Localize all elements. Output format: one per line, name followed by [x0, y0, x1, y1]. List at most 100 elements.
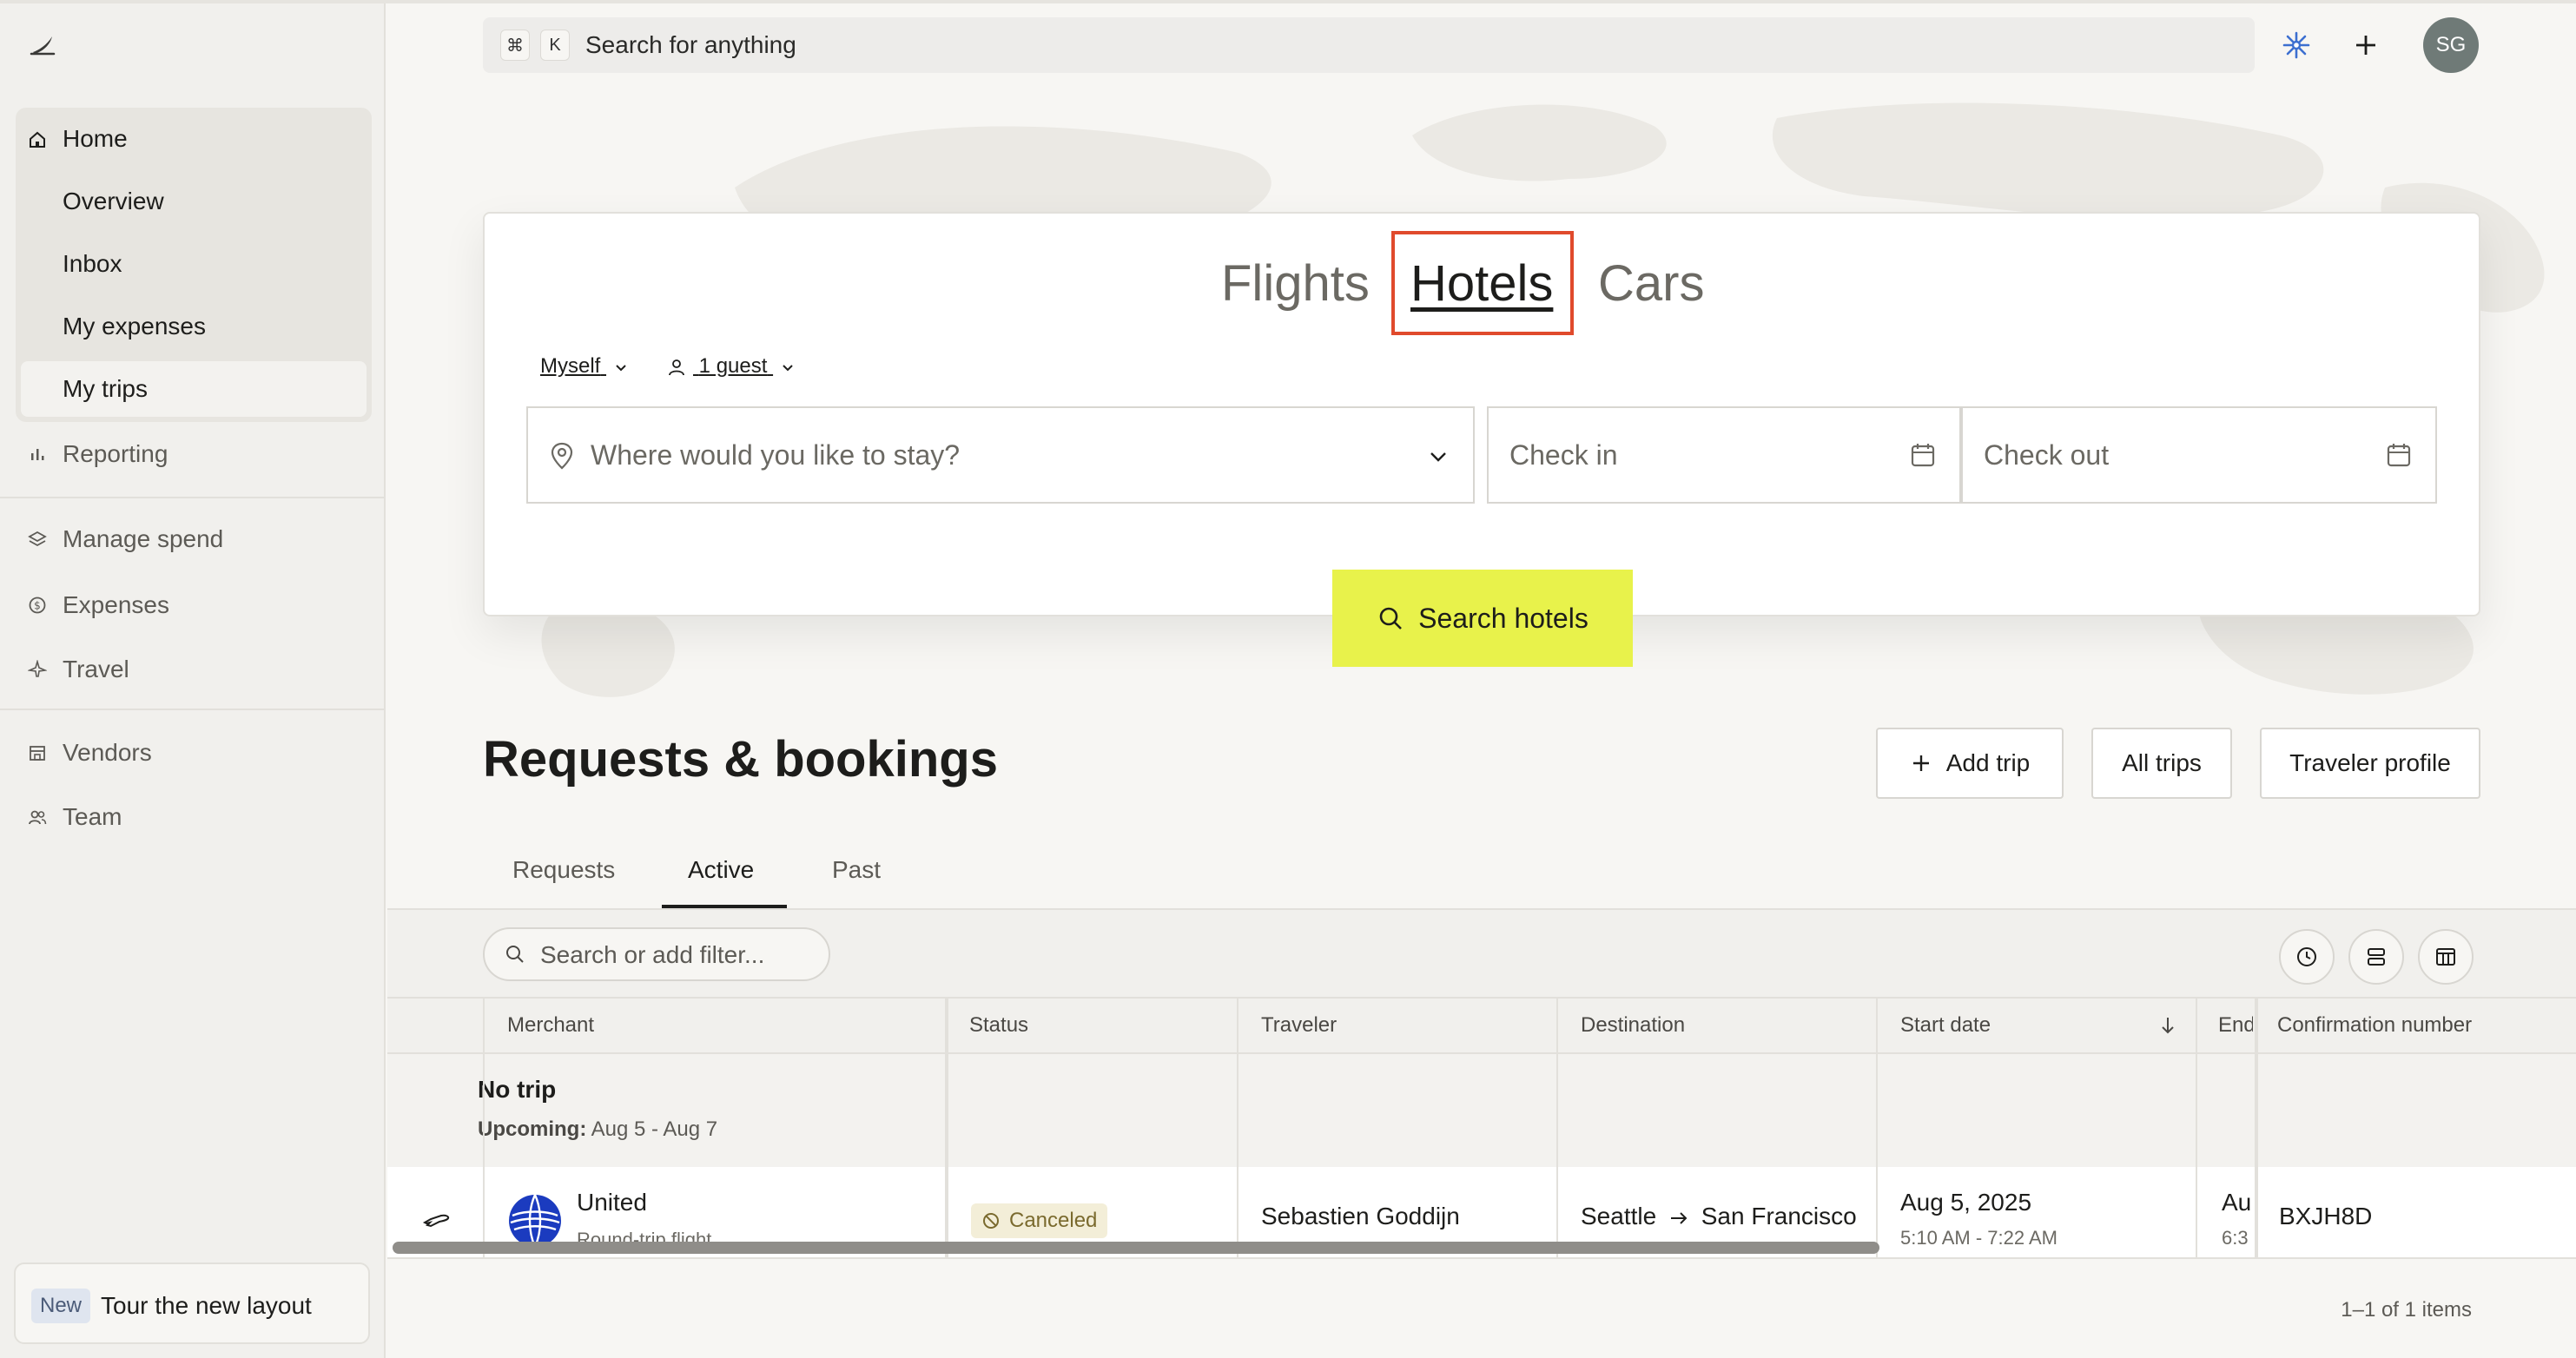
sidebar-item-my-trips[interactable]: My trips: [21, 361, 367, 417]
canceled-icon: [983, 1213, 999, 1229]
sidebar-item-overview[interactable]: Overview: [16, 174, 372, 229]
rows-icon: [2368, 948, 2385, 966]
horizontal-scrollbar[interactable]: [393, 1242, 1879, 1254]
merchant-name: United: [577, 1189, 647, 1216]
guests-dropdown-label: 1 guest: [698, 354, 768, 378]
traveler-profile-label: Traveler profile: [2289, 749, 2451, 776]
traveler-dropdown[interactable]: Myself: [540, 353, 629, 380]
tab-active[interactable]: Active: [688, 854, 754, 886]
route-origin: Seattle: [1581, 1203, 1657, 1229]
location-pin-icon: [551, 442, 573, 470]
sidebar-item-inbox[interactable]: Inbox: [16, 236, 372, 292]
sidebar-item-label: Home: [63, 125, 128, 152]
column-header-destination[interactable]: Destination: [1581, 1012, 1685, 1038]
column-header-end-date[interactable]: End: [2218, 1012, 2253, 1038]
sidebar-item-label: My trips: [63, 375, 148, 402]
user-avatar[interactable]: SG: [2423, 17, 2479, 73]
sidebar-item-home[interactable]: Home: [16, 111, 372, 167]
column-divider: [1556, 997, 1558, 1257]
pagination-summary: 1–1 of 1 items: [2341, 1298, 2472, 1322]
tour-new-layout-button[interactable]: New Tour the new layout: [14, 1262, 370, 1344]
hotels-tab-highlight: [1391, 231, 1574, 335]
column-divider: [2196, 997, 2197, 1257]
search-hotels-label: Search hotels: [1418, 602, 1589, 634]
destination-route: Seattle San Francisco: [1581, 1202, 1857, 1231]
home-icon: [30, 131, 45, 148]
column-divider: [483, 997, 485, 1257]
destination-input[interactable]: Where would you like to stay?: [526, 406, 1475, 504]
sidebar-item-label: Expenses: [63, 591, 169, 618]
column-header-traveler[interactable]: Traveler: [1261, 1012, 1337, 1038]
column-header-confirmation-number[interactable]: Confirmation number: [2277, 1012, 2472, 1038]
sidebar-item-label: My expenses: [63, 313, 206, 340]
brand-logo[interactable]: [28, 30, 59, 61]
add-trip-button[interactable]: Add trip: [1876, 728, 2064, 799]
filter-search-input[interactable]: Search or add filter...: [483, 927, 830, 981]
sidebar-item-expenses[interactable]: $ Expenses: [16, 578, 372, 632]
tab-flights[interactable]: Flights: [1221, 254, 1370, 314]
sidebar-item-team[interactable]: Team: [16, 790, 372, 844]
sidebar-item-reporting[interactable]: Reporting: [16, 427, 372, 481]
column-divider: [945, 997, 948, 1257]
column-header-status[interactable]: Status: [969, 1012, 1028, 1038]
search-icon: [1379, 607, 1403, 630]
chevron-down-icon: [783, 364, 793, 372]
global-search-placeholder: Search for anything: [585, 31, 796, 58]
home-group: Home Overview Inbox My expenses My trips: [16, 108, 372, 422]
column-header-merchant[interactable]: Merchant: [507, 1012, 594, 1038]
tab-cars[interactable]: Cars: [1598, 254, 1704, 314]
chevron-down-icon: [1430, 452, 1446, 462]
column-divider: [2255, 997, 2258, 1257]
active-tab-indicator: [662, 905, 787, 908]
search-icon: [506, 946, 524, 963]
traveler-profile-button[interactable]: Traveler profile: [2260, 728, 2480, 799]
dollar-circle-icon: $: [29, 597, 46, 614]
confirmation-number: BXJH8D: [2279, 1203, 2373, 1229]
check-out-field[interactable]: Check out: [1961, 406, 2437, 504]
traveler-name: Sebastien Goddijn: [1261, 1203, 1460, 1229]
chevron-down-icon: [616, 364, 626, 372]
check-out-placeholder: Check out: [1984, 439, 2110, 471]
history-button[interactable]: [2279, 929, 2335, 985]
sidebar-divider: [0, 497, 384, 498]
sparkle-icon[interactable]: [2279, 28, 2314, 63]
layers-icon: [28, 531, 47, 547]
status-badge: Canceled: [971, 1203, 1108, 1238]
bar-chart-icon: [31, 449, 44, 460]
table-columns-icon: [2436, 948, 2455, 966]
trip-group-title: No trip: [478, 1076, 557, 1103]
column-divider: [1876, 997, 1878, 1257]
all-trips-label: All trips: [2122, 749, 2202, 776]
tab-past[interactable]: Past: [832, 854, 881, 886]
all-trips-button[interactable]: All trips: [2091, 728, 2232, 799]
destination-placeholder: Where would you like to stay?: [591, 439, 961, 471]
search-hotels-button[interactable]: Search hotels: [1332, 570, 1633, 667]
column-header-start-date[interactable]: Start date: [1900, 1012, 1991, 1038]
cmd-key-hint: ⌘: [500, 30, 530, 61]
sidebar-item-my-expenses[interactable]: My expenses: [16, 299, 372, 354]
sidebar-item-travel[interactable]: Travel: [16, 643, 372, 696]
columns-button[interactable]: [2418, 929, 2474, 985]
plus-icon[interactable]: [2348, 28, 2383, 63]
airplane-icon: [28, 660, 47, 677]
sidebar-item-label: Vendors: [63, 739, 152, 766]
person-icon: [669, 359, 684, 375]
sidebar: Home Overview Inbox My expenses My trips…: [0, 3, 386, 1358]
new-badge: New: [31, 1289, 91, 1323]
end-date: Au: [2222, 1189, 2252, 1216]
sidebar-item-label: Team: [63, 803, 122, 830]
sidebar-item-vendors[interactable]: Vendors: [16, 726, 372, 780]
start-time: 5:10 AM - 7:22 AM: [1900, 1227, 2057, 1249]
sidebar-divider: [0, 709, 384, 710]
sort-descending-icon[interactable]: [2157, 1014, 2178, 1037]
global-search-bar[interactable]: ⌘ K Search for anything: [483, 17, 2255, 73]
k-key-hint: K: [540, 30, 570, 61]
guests-dropdown[interactable]: 1 guest: [667, 353, 796, 380]
sidebar-item-manage-spend[interactable]: Manage spend: [16, 512, 372, 566]
booking-card: Flights Hotels Cars Myself 1 guest Where…: [483, 212, 2480, 616]
row-density-button[interactable]: [2348, 929, 2404, 985]
traveler-dropdown-label: Myself: [540, 354, 601, 378]
people-icon: [29, 810, 47, 825]
check-in-field[interactable]: Check in: [1487, 406, 1961, 504]
tab-requests[interactable]: Requests: [512, 854, 615, 886]
